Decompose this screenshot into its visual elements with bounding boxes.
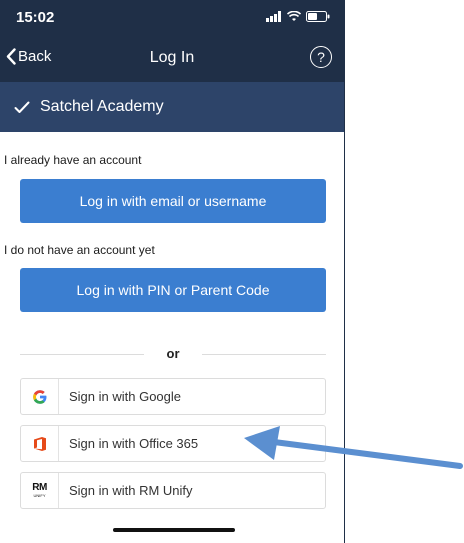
page-title: Log In [149,49,195,66]
login-pin-button[interactable]: Log in with PIN or Parent Code [20,268,326,312]
home-indicator [113,528,235,532]
help-button[interactable]: ? [310,46,332,68]
rm-unify-signin-label: Sign in with RM Unify [69,483,193,498]
google-icon [32,389,46,404]
office-icon-box [21,426,59,461]
office365-signin-label: Sign in with Office 365 [69,436,199,451]
annotation-arrow-icon [244,426,463,469]
question-circle-icon: ? [317,49,325,65]
status-time: 15:02 [16,9,55,26]
screenshot-canvas: 15:02 Back Log In ? Satchel Academy I al… [0,0,464,543]
office-icon [33,436,46,451]
wifi-icon [287,11,301,21]
new-account-label: I do not have an account yet [4,243,155,257]
school-selector-bar[interactable]: Satchel Academy [0,82,344,132]
school-name: Satchel Academy [40,98,164,115]
rm-unify-icon: RM UNIFY [32,483,47,498]
battery-icon [306,11,330,22]
rm-unify-icon-box: RM UNIFY [21,473,59,508]
cellular-signal-icon [266,11,281,22]
status-icons [266,11,330,22]
rm-logo-text: RM [32,482,47,493]
google-signin-label: Sign in with Google [69,389,182,404]
navigation-bar: Back Log In ? [0,36,344,82]
google-icon-box [21,379,59,414]
google-signin-button[interactable]: Sign in with Google [20,378,326,415]
divider-line-right [202,354,326,355]
rm-logo-subtext: UNIFY [33,493,46,498]
check-icon [14,101,30,114]
status-bar: 15:02 [0,0,344,36]
existing-account-label: I already have an account [4,153,142,167]
login-email-button[interactable]: Log in with email or username [20,179,326,223]
or-divider: or [20,346,326,361]
